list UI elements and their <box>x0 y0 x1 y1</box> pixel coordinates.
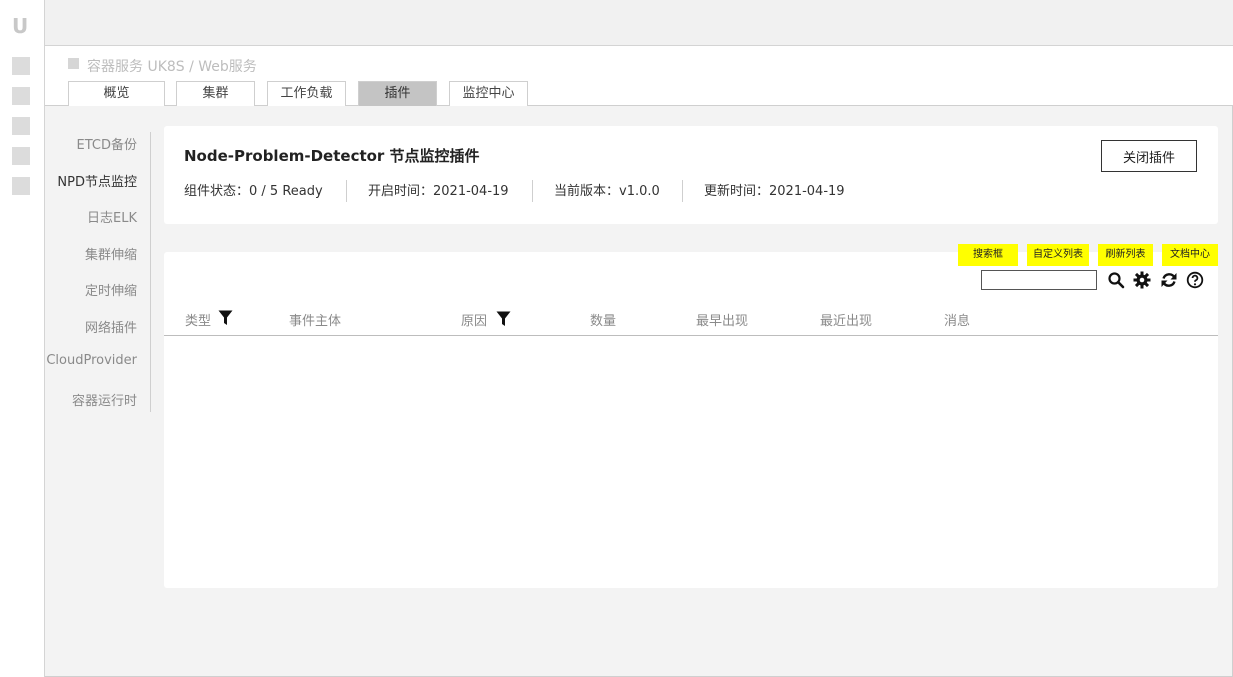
component-status: 组件状态：0 / 5 Ready <box>184 184 323 199</box>
tab-plugins[interactable]: 插件 <box>358 81 437 106</box>
annotation-search: 搜索框 <box>958 244 1018 266</box>
subnav-item-etcd-backup[interactable]: ETCD备份 <box>77 134 137 153</box>
search-icon[interactable] <box>1107 271 1125 289</box>
main-content: ETCD备份 NPD节点监控 日志ELK 集群伸缩 定时伸缩 网络插件 Clou… <box>45 106 1232 676</box>
page-header: 容器服务 UK8S / Web服务 概览 集群 工作负载 插件 监控中心 <box>45 46 1233 106</box>
column-header-type[interactable]: 类型 <box>185 310 211 329</box>
meta-divider <box>682 180 683 202</box>
search-input[interactable] <box>981 270 1097 290</box>
rail-nav-item[interactable] <box>12 87 30 105</box>
filter-icon[interactable] <box>496 311 511 327</box>
subnav-item-cluster-scaling[interactable]: 集群伸缩 <box>85 244 137 263</box>
rail-nav-item[interactable] <box>12 177 30 195</box>
annotation-refresh: 刷新列表 <box>1098 244 1153 266</box>
column-header-message[interactable]: 消息 <box>944 310 970 329</box>
meta-divider <box>346 180 347 202</box>
column-header-reason[interactable]: 原因 <box>461 310 487 329</box>
plugin-subnav: ETCD备份 NPD节点监控 日志ELK 集群伸缩 定时伸缩 网络插件 Clou… <box>45 132 151 412</box>
breadcrumb-icon <box>68 57 79 69</box>
rail-nav-item[interactable] <box>12 147 30 165</box>
breadcrumb-text[interactable]: 容器服务 UK8S / Web服务 <box>87 56 257 76</box>
subnav-item-scheduled-scaling[interactable]: 定时伸缩 <box>85 280 137 299</box>
column-header-count[interactable]: 数量 <box>590 310 616 329</box>
tab-monitoring[interactable]: 监控中心 <box>449 81 528 106</box>
subnav-item-network-plugin[interactable]: 网络插件 <box>85 317 137 336</box>
refresh-icon[interactable] <box>1160 271 1178 289</box>
breadcrumb: 容器服务 UK8S / Web服务 <box>68 56 257 76</box>
plugin-title: Node-Problem-Detector 节点监控插件 <box>184 147 480 165</box>
annotation-custom-columns: 自定义列表 <box>1027 244 1089 266</box>
app-logo: U <box>12 14 29 38</box>
subnav-item-npd[interactable]: NPD节点监控 <box>57 171 137 190</box>
subnav-item-cloudprovider[interactable]: CloudProvider <box>46 353 137 368</box>
subnav-item-container-runtime[interactable]: 容器运行时 <box>72 390 137 409</box>
plugin-info-card: Node-Problem-Detector 节点监控插件 关闭插件 组件状态：0… <box>164 126 1218 224</box>
filter-icon[interactable] <box>218 310 233 326</box>
events-table-card: 搜索框 自定义列表 刷新列表 文档中心 类型 事件主体 原因 数量 最早出现 最… <box>164 244 1218 588</box>
tab-cluster[interactable]: 集群 <box>176 81 255 106</box>
gear-icon[interactable] <box>1133 271 1151 289</box>
rail-nav-item[interactable] <box>12 57 30 75</box>
rail-nav-item[interactable] <box>12 117 30 135</box>
table-header: 类型 事件主体 原因 数量 最早出现 最近出现 消息 <box>164 306 1218 336</box>
left-rail: U <box>0 0 45 677</box>
column-header-first-seen[interactable]: 最早出现 <box>696 310 748 329</box>
close-plugin-button[interactable]: 关闭插件 <box>1101 140 1197 172</box>
subnav-item-elk[interactable]: 日志ELK <box>87 207 137 226</box>
help-icon[interactable] <box>1186 271 1204 289</box>
top-bar <box>45 0 1233 46</box>
annotation-docs: 文档中心 <box>1162 244 1218 266</box>
column-header-last-seen[interactable]: 最近出现 <box>820 310 872 329</box>
column-header-subject[interactable]: 事件主体 <box>289 310 341 329</box>
tab-workload[interactable]: 工作负载 <box>267 81 346 106</box>
start-time: 开启时间：2021-04-19 <box>368 184 509 199</box>
tab-overview[interactable]: 概览 <box>68 81 165 106</box>
plugin-meta: 组件状态：0 / 5 Ready 开启时间：2021-04-19 当前版本：v1… <box>184 180 884 204</box>
meta-divider <box>532 180 533 202</box>
update-time: 更新时间：2021-04-19 <box>704 184 845 199</box>
current-version: 当前版本：v1.0.0 <box>554 184 660 199</box>
